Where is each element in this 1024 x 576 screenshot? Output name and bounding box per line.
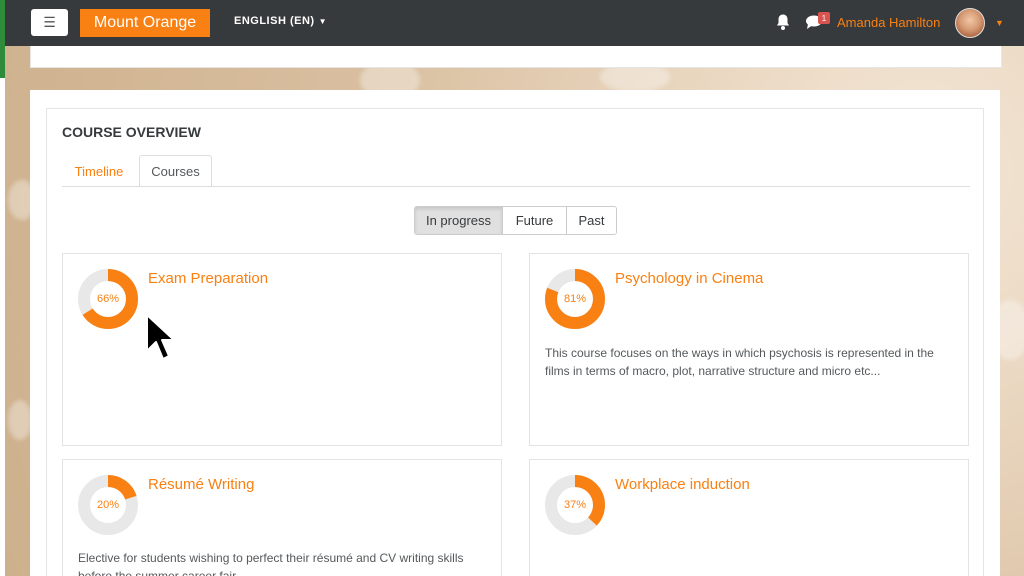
filter-in-progress-button[interactable]: In progress (415, 207, 503, 234)
section-title: COURSE OVERVIEW (62, 124, 201, 140)
course-name-link[interactable]: Résumé Writing (148, 476, 254, 493)
course-summary: This course focuses on the ways in which… (545, 346, 934, 378)
progress-label: 37% (563, 499, 587, 511)
course-name-link[interactable]: Exam Preparation (148, 270, 268, 287)
messages-badge: 1 (818, 12, 830, 24)
course-filter-group: In progress Future Past (414, 206, 617, 235)
filter-future-button[interactable]: Future (503, 207, 567, 234)
mouse-pointer-icon (146, 314, 175, 360)
avatar[interactable] (955, 8, 985, 38)
filter-past-button[interactable]: Past (567, 207, 616, 234)
caret-down-icon: ▼ (318, 17, 327, 26)
site-brand[interactable]: Mount Orange (80, 9, 210, 37)
hamburger-icon: ☰ (43, 14, 56, 30)
course-name-link[interactable]: Workplace induction (615, 476, 750, 493)
user-name[interactable]: Amanda Hamilton (837, 15, 940, 30)
progress-donut: 20% (77, 474, 139, 536)
bell-icon[interactable] (775, 13, 791, 31)
progress-donut: 37% (544, 474, 606, 536)
progress-donut: 66% (77, 268, 139, 330)
block-bottom-edge (30, 46, 1002, 68)
menu-toggle-button[interactable]: ☰ (31, 9, 68, 36)
caret-down-icon[interactable]: ▼ (995, 18, 1004, 28)
tab-timeline[interactable]: Timeline (62, 156, 136, 187)
window-edge-panel (0, 78, 5, 576)
course-summary: Elective for students wishing to perfect… (78, 551, 464, 576)
progress-label: 66% (96, 293, 120, 305)
course-name-link[interactable]: Psychology in Cinema (615, 270, 763, 287)
progress-label: 20% (96, 499, 120, 511)
language-menu[interactable]: ENGLISH (EN) ▼ (234, 15, 327, 27)
progress-label: 81% (563, 293, 587, 305)
progress-donut: 81% (544, 268, 606, 330)
tab-courses[interactable]: Courses (139, 155, 212, 187)
tabs-divider (62, 186, 970, 187)
top-navbar: ☰ Mount Orange ENGLISH (EN) ▼ 1 Amanda Ha… (5, 0, 1024, 46)
language-label: ENGLISH (EN) (234, 15, 315, 27)
